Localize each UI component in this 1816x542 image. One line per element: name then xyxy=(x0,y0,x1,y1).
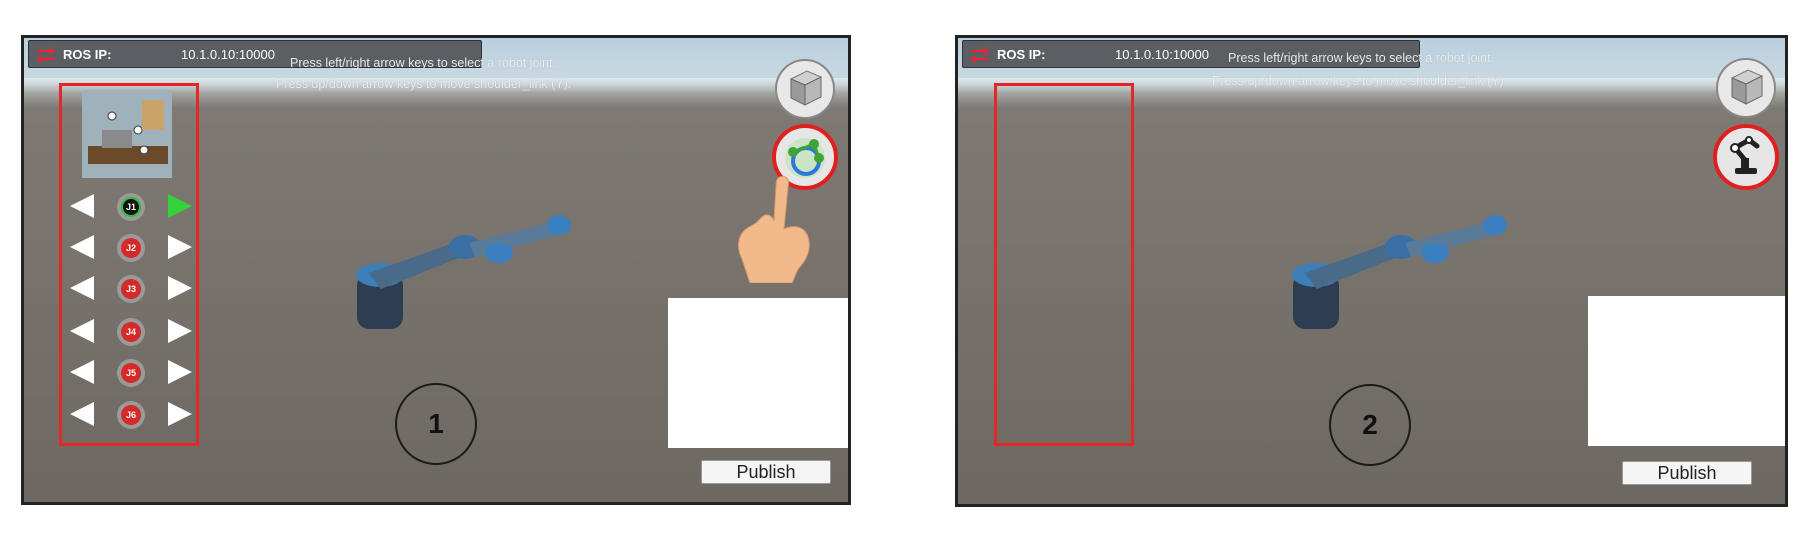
arrow-right-icon[interactable] xyxy=(168,402,192,426)
joint-label: J6 xyxy=(121,405,141,425)
joint-row-2: J2 xyxy=(70,231,192,263)
hint-line-2: Press up/down arrow keys to move shoulde… xyxy=(1212,74,1508,88)
hint-line-1: Press left/right arrow keys to select a … xyxy=(1228,51,1495,65)
ros-ip-value[interactable]: 10.1.0.10:10000 xyxy=(181,47,275,62)
ros-ip-label: ROS IP: xyxy=(997,47,1046,62)
arrow-right-icon[interactable] xyxy=(168,194,192,218)
camera-preview-box xyxy=(668,298,848,448)
joint-row-4: J4 xyxy=(70,315,192,347)
cube-view-button[interactable] xyxy=(1716,58,1776,118)
joint-label: J2 xyxy=(121,238,141,258)
robot-control-button[interactable] xyxy=(1713,124,1779,190)
ros-connection-icon xyxy=(36,47,56,63)
joint-label: J3 xyxy=(121,279,141,299)
ros-ip-value[interactable]: 10.1.0.10:10000 xyxy=(1115,47,1209,62)
step-number-2: 2 xyxy=(1329,384,1411,466)
ur-robot-arm-3d xyxy=(356,215,571,329)
joint-label: J1 xyxy=(121,197,141,217)
joint-control-panel-highlight: J1 J2 J3 J4 J5 J6 xyxy=(59,83,199,446)
joint-row-5: J5 xyxy=(70,356,192,388)
hint-line-2: Press up/down arrow keys to move shoulde… xyxy=(276,77,572,91)
arrow-left-icon[interactable] xyxy=(70,276,94,300)
hint-line-1: Press left/right arrow keys to select a … xyxy=(290,56,557,70)
scene-thumbnail xyxy=(82,90,172,178)
joint-button-j3[interactable]: J3 xyxy=(117,275,145,303)
robot-arm-icon xyxy=(1724,136,1768,180)
arrow-right-icon[interactable] xyxy=(168,235,192,259)
joint-button-j2[interactable]: J2 xyxy=(117,234,145,262)
joint-row-3: J3 xyxy=(70,272,192,304)
joint-button-j4[interactable]: J4 xyxy=(117,318,145,346)
empty-joint-panel-highlight xyxy=(994,83,1134,446)
joint-label: J5 xyxy=(121,363,141,383)
arrow-left-icon[interactable] xyxy=(70,360,94,384)
cube-view-button[interactable] xyxy=(775,59,835,119)
publish-button[interactable]: Publish xyxy=(701,460,831,484)
pointing-hand-icon xyxy=(738,176,810,283)
arrow-right-icon[interactable] xyxy=(168,360,192,384)
joint-button-j1[interactable]: J1 xyxy=(117,193,145,221)
arrow-left-icon[interactable] xyxy=(70,402,94,426)
arrow-left-icon[interactable] xyxy=(70,194,94,218)
cube-icon xyxy=(789,70,823,106)
arrow-right-icon[interactable] xyxy=(168,276,192,300)
joint-row-1: J1 xyxy=(70,190,192,222)
ur-robot-arm-3d xyxy=(1292,215,1507,329)
joint-button-j5[interactable]: J5 xyxy=(117,359,145,387)
lab-scene-image xyxy=(82,90,172,178)
ros-connection-icon xyxy=(970,47,990,63)
camera-preview-box xyxy=(1588,296,1785,446)
joint-button-j6[interactable]: J6 xyxy=(117,401,145,429)
screenshot-panel-1: ROS IP: 10.1.0.10:10000 Press left/right… xyxy=(21,35,851,505)
arrow-left-icon[interactable] xyxy=(70,235,94,259)
joint-row-6: J6 xyxy=(70,398,192,430)
screenshot-panel-2: ROS IP: 10.1.0.10:10000 Press left/right… xyxy=(955,35,1788,507)
arrow-left-icon[interactable] xyxy=(70,319,94,343)
arrow-right-icon[interactable] xyxy=(168,319,192,343)
publish-button[interactable]: Publish xyxy=(1622,461,1752,485)
ros-ip-label: ROS IP: xyxy=(63,47,112,62)
joint-label: J4 xyxy=(121,322,141,342)
cube-icon xyxy=(1730,69,1764,105)
step-number-1: 1 xyxy=(395,383,477,465)
